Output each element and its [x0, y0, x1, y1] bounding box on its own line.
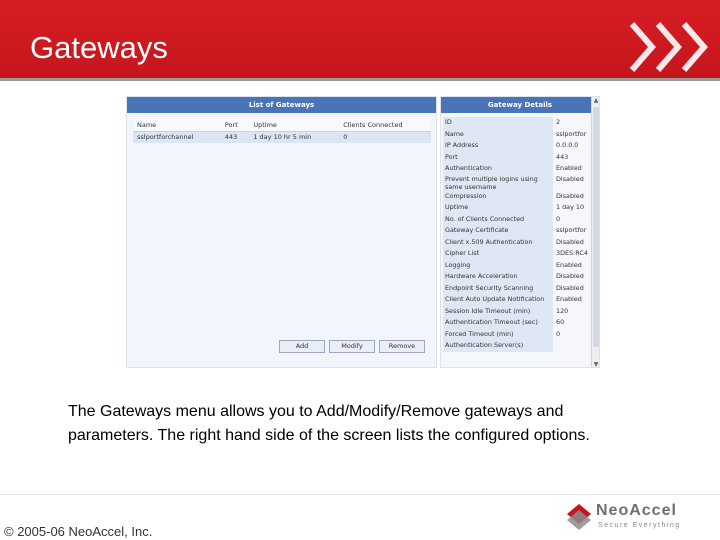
modify-button[interactable]: Modify	[329, 340, 375, 353]
detail-value: 0	[556, 329, 561, 338]
column-header-clients[interactable]: Clients Connected	[339, 119, 431, 132]
gateway-list-title: List of Gateways	[127, 97, 436, 113]
column-header-name[interactable]: Name	[133, 119, 221, 132]
detail-key: Forced Timeout (min)	[443, 328, 553, 340]
detail-key: Logging	[443, 259, 553, 271]
detail-row: Name sslportfor	[443, 128, 591, 140]
add-button[interactable]: Add	[279, 340, 325, 353]
detail-value: sslportfor	[556, 129, 587, 138]
detail-row: Authentication Timeout (sec) 60	[443, 317, 591, 329]
chevron-arrows-icon	[629, 22, 708, 72]
detail-row: Logging Enabled	[443, 259, 591, 271]
scroll-thumb[interactable]	[593, 107, 599, 347]
detail-row: Endpoint Security Scanning Disabled	[443, 282, 591, 294]
detail-key: Session Idle Timeout (min)	[443, 305, 553, 317]
caption-line-2: parameters. The right hand side of the s…	[68, 427, 590, 444]
detail-value: 0	[556, 214, 561, 223]
cell-name: sslportforchannel	[137, 133, 194, 142]
detail-value: Disabled	[556, 237, 584, 246]
detail-value	[553, 340, 591, 352]
gateway-table-header: Name Port Uptime Clients Connected	[133, 119, 431, 132]
detail-value: Enabled	[556, 260, 582, 269]
detail-key: Endpoint Security Scanning	[443, 282, 553, 294]
detail-value: Disabled	[556, 283, 584, 292]
detail-row: Cipher List 3DES:RC4	[443, 248, 591, 260]
detail-row: Uptime 1 day 10	[443, 202, 591, 214]
detail-value: 120	[556, 306, 569, 315]
column-header-port[interactable]: Port	[220, 119, 250, 132]
caption-line-1: The Gateways menu allows you to Add/Modi…	[68, 403, 564, 420]
detail-row: Gateway Certificate sslportfor	[443, 225, 591, 237]
detail-row: ID 2	[443, 117, 591, 129]
detail-key: Compression	[443, 190, 553, 202]
logo-name: NeoAccel	[596, 502, 677, 519]
detail-key: Name	[443, 128, 553, 140]
detail-value: 1 day 10	[556, 203, 585, 211]
detail-value: Disabled	[556, 174, 584, 183]
detail-value: 3DES:RC4	[556, 249, 588, 257]
detail-value: Enabled	[556, 164, 582, 172]
detail-row: Client Auto Update Notification Enabled	[443, 294, 591, 306]
detail-key: Client x.509 Authentication	[443, 236, 553, 248]
logo-tagline: Secure Everything	[598, 522, 681, 529]
detail-row: No. of Clients Connected 0	[443, 213, 591, 225]
gateway-details-panel: Gateway Details ID 2 Name sslportfor IP Addr…	[440, 96, 600, 368]
scroll-down-icon[interactable]: ▼	[592, 361, 599, 367]
detail-row: Hardware Acceleration Disabled	[443, 271, 591, 283]
detail-row: Client x.509 Authentication Disabled	[443, 236, 591, 248]
detail-value: 0.0.0.0	[556, 141, 579, 149]
detail-row: Prevent multiple logins using same usern…	[443, 174, 591, 191]
column-header-uptime[interactable]: Uptime	[249, 119, 340, 132]
gateway-details-list: ID 2 Name sslportfor IP Address 0.0.0.0 Port 44…	[443, 117, 591, 352]
remove-button[interactable]: Remove	[379, 340, 425, 353]
detail-key: Cipher List	[443, 248, 553, 260]
detail-value: Disabled	[556, 191, 584, 200]
gateway-actions: Add Modify Remove	[279, 340, 425, 353]
detail-key: Prevent multiple logins using same usern…	[443, 174, 553, 191]
cell-port: 443	[224, 133, 238, 142]
detail-row: Authentication Enabled	[443, 163, 591, 175]
detail-row: Session Idle Timeout (min) 120	[443, 305, 591, 317]
detail-key: ID	[443, 117, 553, 129]
slide-header: Gateways	[0, 0, 720, 78]
detail-key: Uptime	[443, 202, 553, 214]
detail-row: Authentication Server(s)	[443, 340, 591, 352]
detail-key: IP Address	[443, 140, 553, 152]
detail-row: Port 443	[443, 151, 591, 163]
slide-caption: The Gateways menu allows you to Add/Modi…	[68, 400, 688, 448]
detail-row: Forced Timeout (min) 0	[443, 328, 591, 340]
detail-key: Authentication Timeout (sec)	[443, 317, 553, 329]
detail-row: IP Address 0.0.0.0	[443, 140, 591, 152]
cell-uptime: 1 day 10 hr 5 min	[253, 133, 312, 142]
cell-clients: 0	[343, 133, 348, 142]
detail-key: No. of Clients Connected	[443, 213, 553, 225]
detail-key: Client Auto Update Notification	[443, 294, 553, 306]
slide-title: Gateways	[30, 30, 168, 65]
detail-value: Enabled	[556, 295, 582, 303]
details-scrollbar[interactable]: ▲ ▼	[591, 97, 599, 367]
detail-key: Authentication	[443, 163, 553, 175]
detail-value: Disabled	[556, 272, 584, 280]
detail-key: Port	[443, 151, 553, 163]
detail-key: Hardware Acceleration	[443, 271, 553, 283]
detail-value: 2	[556, 118, 561, 126]
footer-divider	[0, 494, 720, 495]
detail-value: 60	[556, 318, 565, 326]
copyright-text: © 2005-06 NeoAccel, Inc.	[4, 524, 153, 539]
gateway-list-panel: List of Gateways Name Port Uptime Client…	[126, 96, 437, 368]
gateway-table: Name Port Uptime Clients Connected sslpo…	[133, 119, 431, 143]
detail-row: Compression Disabled	[443, 190, 591, 202]
company-logo: NeoAccel Secure Everything	[562, 498, 712, 538]
header-divider	[0, 78, 720, 81]
detail-key: Gateway Certificate	[443, 225, 553, 237]
table-row[interactable]: sslportforchannel 443 1 day 10 hr 5 min …	[133, 131, 431, 143]
scroll-up-icon[interactable]: ▲	[592, 97, 599, 105]
neoaccel-diamond-logo-icon	[567, 504, 591, 530]
detail-value: 443	[556, 152, 569, 161]
detail-key: Authentication Server(s)	[443, 340, 553, 352]
detail-value: sslportfor	[556, 226, 587, 234]
gateway-details-title: Gateway Details	[441, 97, 599, 113]
